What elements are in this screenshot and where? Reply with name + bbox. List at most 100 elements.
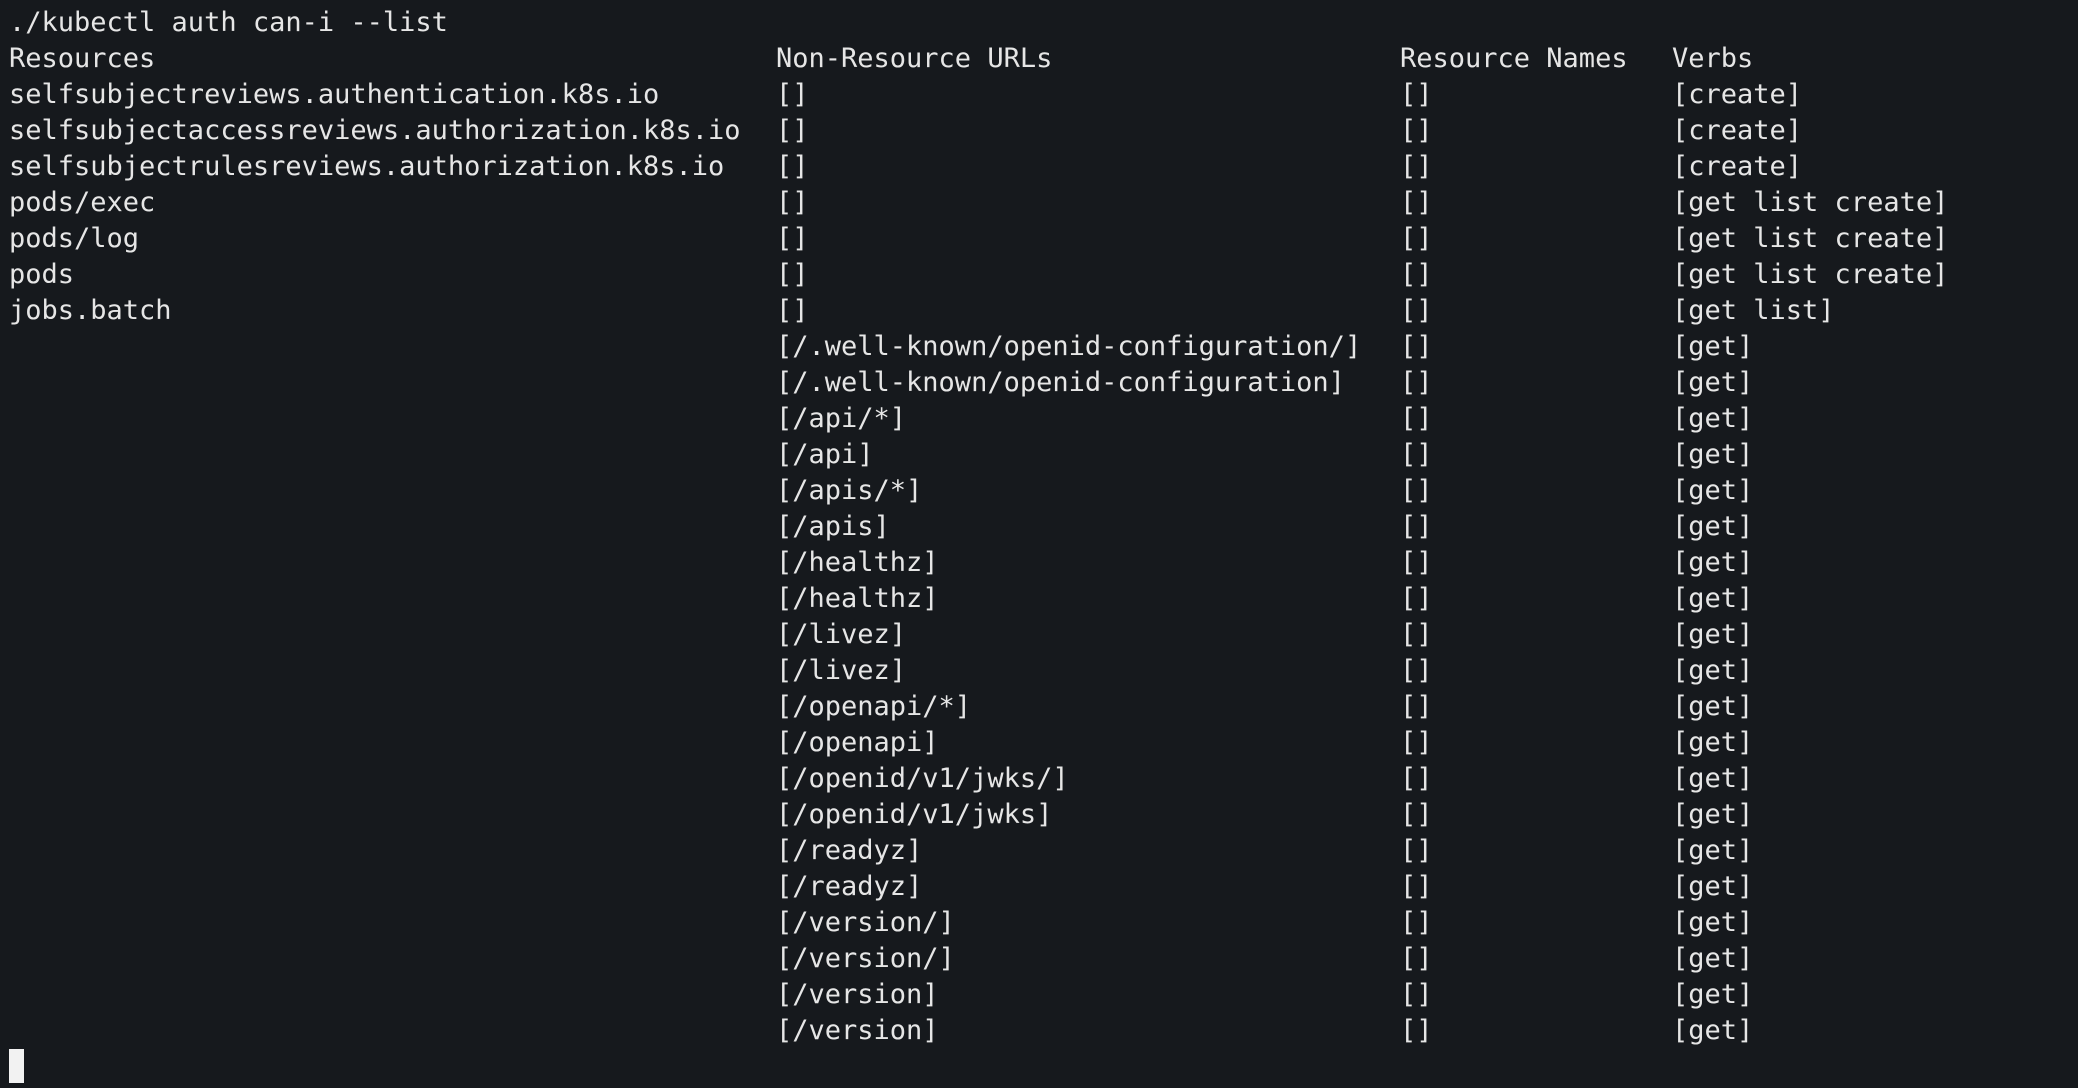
cell-non-resource-url: [/version] xyxy=(776,979,939,1010)
cell-verbs: [get] xyxy=(1672,943,1754,974)
cell-resource-names: [] xyxy=(1400,403,1433,434)
cell-verbs: [get] xyxy=(1672,799,1754,830)
cell-resource-names: [] xyxy=(1400,511,1433,542)
cell-resource-names: [] xyxy=(1400,223,1433,254)
cell-resource-names: [] xyxy=(1400,691,1433,722)
table-header: Resources Non-Resource URLs Resource Nam… xyxy=(0,41,2078,77)
cell-resource-names: [] xyxy=(1400,151,1433,182)
cell-resource-names: [] xyxy=(1400,583,1433,614)
cell-verbs: [get list] xyxy=(1672,295,1835,326)
cell-verbs: [get] xyxy=(1672,727,1754,758)
cell-non-resource-url: [/.well-known/openid-configuration/] xyxy=(776,331,1362,362)
cell-verbs: [get] xyxy=(1672,367,1754,398)
cell-verbs: [get] xyxy=(1672,871,1754,902)
table-row: jobs.batch [] [] [get list] xyxy=(0,293,2078,329)
cell-non-resource-url: [/.well-known/openid-configuration] xyxy=(776,367,1345,398)
cell-resource-names: [] xyxy=(1400,439,1433,470)
table-row: [/api/*] [] [get] xyxy=(0,401,2078,437)
cell-resource-names: [] xyxy=(1400,979,1433,1010)
cell-verbs: [get] xyxy=(1672,979,1754,1010)
cell-non-resource-url: [/livez] xyxy=(776,619,907,650)
cell-verbs: [get list create] xyxy=(1672,259,1949,290)
cell-resource-names: [] xyxy=(1400,367,1433,398)
cell-verbs: [get] xyxy=(1672,547,1754,578)
command-text: ./kubectl auth can-i --list xyxy=(9,7,448,38)
table-row: [/.well-known/openid-configuration/] [] [g… xyxy=(0,329,2078,365)
cell-resource-names: [] xyxy=(1400,835,1433,866)
table-row: [/.well-known/openid-configuration] [] [ge… xyxy=(0,365,2078,401)
table-row: selfsubjectaccessreviews.authorization.k… xyxy=(0,113,2078,149)
cell-verbs: [get] xyxy=(1672,1015,1754,1046)
command-line: ./kubectl auth can-i --list xyxy=(0,5,2078,41)
cell-resource-names: [] xyxy=(1400,655,1433,686)
cell-non-resource-url: [/openapi/*] xyxy=(776,691,972,722)
cell-resource-names: [] xyxy=(1400,475,1433,506)
table-row: [/apis] [] [get] xyxy=(0,509,2078,545)
cell-verbs: [get] xyxy=(1672,763,1754,794)
cell-resource: pods xyxy=(9,259,75,290)
cell-non-resource-url: [/openid/v1/jwks/] xyxy=(776,763,1069,794)
cell-non-resource-url: [/version/] xyxy=(776,943,955,974)
table-row: selfsubjectreviews.authentication.k8s.io… xyxy=(0,77,2078,113)
table-row: [/openapi] [] [get] xyxy=(0,725,2078,761)
cell-verbs: [create] xyxy=(1672,151,1803,182)
table-row: [/version/] [] [get] xyxy=(0,905,2078,941)
cell-resource-names: [] xyxy=(1400,547,1433,578)
cell-resource-names: [] xyxy=(1400,943,1433,974)
cell-resource-names: [] xyxy=(1400,259,1433,290)
cell-resource-names: [] xyxy=(1400,295,1433,326)
header-resources: Resources xyxy=(9,43,156,74)
header-verbs: Verbs xyxy=(1672,43,1754,74)
cell-non-resource-url: [] xyxy=(776,115,809,146)
table-row: [/api] [] [get] xyxy=(0,437,2078,473)
cell-non-resource-url: [/healthz] xyxy=(776,547,939,578)
cell-verbs: [create] xyxy=(1672,115,1803,146)
cell-non-resource-url: [/livez] xyxy=(776,655,907,686)
cell-non-resource-url: [] xyxy=(776,223,809,254)
header-resource-names: Resource Names xyxy=(1400,43,1628,74)
cell-non-resource-url: [/version] xyxy=(776,1015,939,1046)
cell-verbs: [get] xyxy=(1672,475,1754,506)
cell-verbs: [get] xyxy=(1672,619,1754,650)
cell-resource: selfsubjectaccessreviews.authorization.k… xyxy=(9,115,741,146)
cell-non-resource-url: [/healthz] xyxy=(776,583,939,614)
cell-resource-names: [] xyxy=(1400,187,1433,218)
cell-resource-names: [] xyxy=(1400,1015,1433,1046)
cell-resource: selfsubjectreviews.authentication.k8s.io xyxy=(9,79,660,110)
table-row: [/healthz] [] [get] xyxy=(0,545,2078,581)
cell-verbs: [get] xyxy=(1672,331,1754,362)
cell-resource-names: [] xyxy=(1400,619,1433,650)
cell-non-resource-url: [] xyxy=(776,79,809,110)
cell-resource: pods/log xyxy=(9,223,140,254)
cell-resource-names: [] xyxy=(1400,331,1433,362)
cell-verbs: [get] xyxy=(1672,691,1754,722)
table-row: [/openid/v1/jwks/] [] [get] xyxy=(0,761,2078,797)
cell-resource-names: [] xyxy=(1400,115,1433,146)
terminal-cursor xyxy=(9,1049,24,1083)
cell-verbs: [get] xyxy=(1672,835,1754,866)
cell-non-resource-url: [/readyz] xyxy=(776,835,923,866)
cell-non-resource-url: [/version/] xyxy=(776,907,955,938)
table-row: [/openid/v1/jwks] [] [get] xyxy=(0,797,2078,833)
table-row: [/version] [] [get] xyxy=(0,1013,2078,1049)
cell-non-resource-url: [] xyxy=(776,151,809,182)
cell-non-resource-url: [/api/*] xyxy=(776,403,907,434)
cell-resource: selfsubjectrulesreviews.authorization.k8… xyxy=(9,151,725,182)
header-non-resource-urls: Non-Resource URLs xyxy=(776,43,1053,74)
cell-verbs: [create] xyxy=(1672,79,1803,110)
cell-non-resource-url: [/api] xyxy=(776,439,874,470)
table-row: [/openapi/*] [] [get] xyxy=(0,689,2078,725)
table-row: pods [] [] [get list create] xyxy=(0,257,2078,293)
cell-non-resource-url: [] xyxy=(776,295,809,326)
cell-resource-names: [] xyxy=(1400,907,1433,938)
cell-verbs: [get] xyxy=(1672,907,1754,938)
cell-verbs: [get] xyxy=(1672,655,1754,686)
cell-resource-names: [] xyxy=(1400,799,1433,830)
cell-non-resource-url: [/openapi] xyxy=(776,727,939,758)
terminal-window[interactable]: ./kubectl auth can-i --list Resources No… xyxy=(0,0,2078,1088)
cell-verbs: [get] xyxy=(1672,403,1754,434)
cell-resource-names: [] xyxy=(1400,871,1433,902)
cell-resource-names: [] xyxy=(1400,763,1433,794)
cell-verbs: [get] xyxy=(1672,583,1754,614)
cell-resource: pods/exec xyxy=(9,187,156,218)
